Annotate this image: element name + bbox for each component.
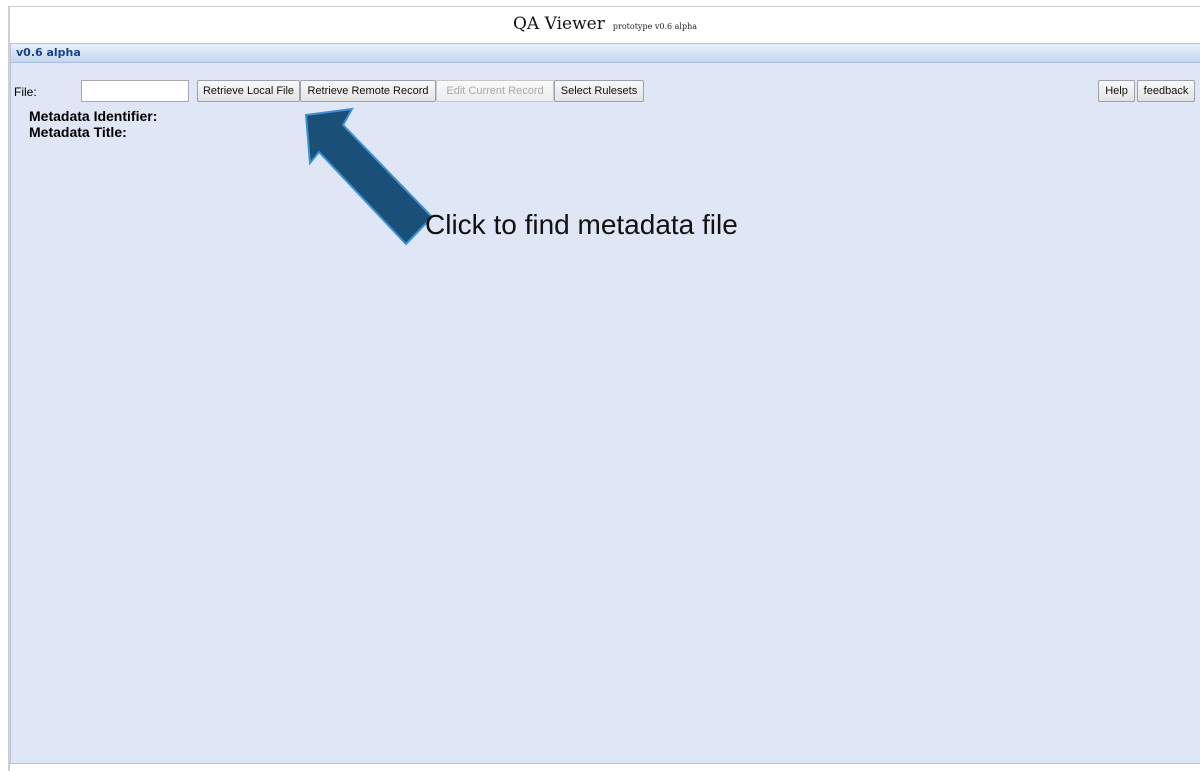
- arrow-shape: [304, 107, 434, 246]
- annotation-text: Click to find metadata file: [425, 209, 738, 240]
- arrow-up-left-icon: [304, 107, 434, 246]
